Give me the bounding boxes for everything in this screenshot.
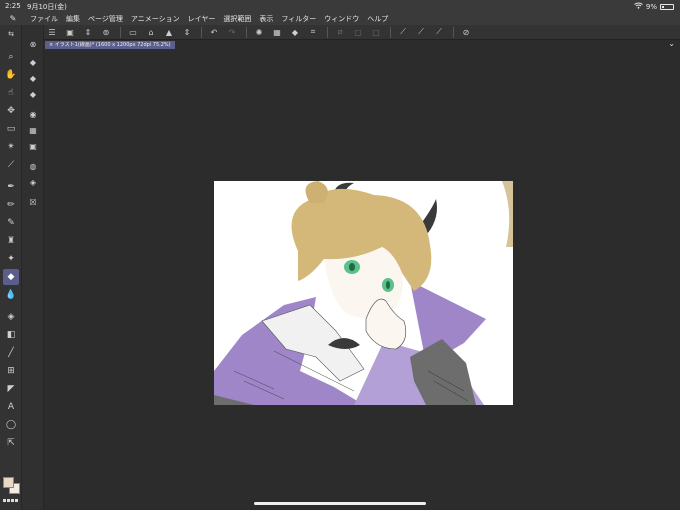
brush-tool-icon[interactable]: ✎: [3, 215, 19, 231]
magic-wand-icon[interactable]: ✴: [3, 139, 19, 155]
pen-tool-icon[interactable]: ✒: [3, 179, 19, 195]
airbrush-icon[interactable]: ♜: [3, 233, 19, 249]
move-layer-icon[interactable]: ✥: [3, 103, 19, 119]
status-date: 9月10日(金): [27, 3, 67, 11]
soft-eraser-icon[interactable]: ◆: [26, 71, 40, 85]
canvas-area[interactable]: × イラスト1(線画)* (1600 x 1200px 72dpi 75.2%)…: [44, 39, 680, 510]
status-bar: 2:25 9月10日(金) 9%: [0, 0, 680, 12]
sub-tool-menu-icon[interactable]: ⊗: [26, 37, 40, 51]
menu-filter[interactable]: フィルター: [277, 14, 320, 24]
pencil-tool-icon[interactable]: ✏: [3, 197, 19, 213]
menu-edit[interactable]: 編集: [62, 14, 84, 24]
stepper-icon-2[interactable]: ⇕: [179, 26, 195, 39]
main-color-swatch[interactable]: [3, 477, 14, 488]
brush-icon[interactable]: ⟋: [413, 26, 429, 39]
menu-bar: ✎ ファイル 編集 ページ管理 アニメーション レイヤー 選択範囲 表示 フィル…: [0, 12, 680, 25]
save-icon[interactable]: ▲: [161, 26, 177, 39]
selection-icon[interactable]: ▭: [3, 121, 19, 137]
undo-icon[interactable]: ↶: [206, 26, 222, 39]
anime-illustration: [214, 181, 513, 405]
fill-icon[interactable]: ▦: [269, 26, 285, 39]
snap-eraser-icon[interactable]: ◈: [26, 175, 40, 189]
menu-icon[interactable]: ☰: [44, 26, 60, 39]
decoration-icon[interactable]: ✦: [3, 251, 19, 267]
menu-window[interactable]: ウィンドウ: [320, 14, 363, 24]
folder-icon[interactable]: ⌂: [143, 26, 159, 39]
redo-icon[interactable]: ↷: [224, 26, 240, 39]
hard-eraser-icon[interactable]: ◆: [26, 55, 40, 69]
erase-overlapping-icon[interactable]: ◍: [26, 159, 40, 173]
transparent-color-bar[interactable]: [3, 499, 19, 502]
pen-icon[interactable]: ⟋: [395, 26, 411, 39]
eyedropper-icon[interactable]: ⟋: [3, 157, 19, 173]
menu-selection[interactable]: 選択範囲: [219, 14, 255, 24]
command-bar: ☰ ▣ ⇕ ⊚ ▭ ⌂ ▲ ⇕ ↶ ↷ ✺ ▦ ◆ ⌗ ⧄ ▢ □ ⟋ ⟋ ⟋ …: [44, 25, 680, 40]
menu-animation[interactable]: アニメーション: [127, 14, 184, 24]
new-file-icon[interactable]: ▣: [62, 26, 78, 39]
toolbar-divider: [327, 26, 328, 38]
clear-icon[interactable]: ✺: [251, 26, 267, 39]
rough-eraser-icon[interactable]: ◆: [26, 87, 40, 101]
deselect-icon[interactable]: ⧄: [332, 26, 348, 39]
ruler-icon[interactable]: ⊘: [458, 26, 474, 39]
eraser-tool-icon[interactable]: ◆: [3, 269, 19, 285]
transform-icon[interactable]: ◆: [287, 26, 303, 39]
status-time: 2:25: [5, 2, 21, 10]
invert-selection-icon[interactable]: ▢: [350, 26, 366, 39]
fill-tool-icon[interactable]: ◈: [3, 309, 19, 325]
artwork-canvas[interactable]: [214, 181, 513, 405]
chevron-down-icon[interactable]: ⌄: [668, 39, 675, 48]
erase-layers-icon[interactable]: ▦: [26, 123, 40, 137]
zoom-icon[interactable]: ⌕: [3, 49, 19, 65]
balloon-icon[interactable]: ◯: [3, 417, 19, 433]
ruler-tool-icon[interactable]: ◤: [3, 381, 19, 397]
toolbar-divider: [120, 26, 121, 38]
gradient-icon[interactable]: ◧: [3, 327, 19, 343]
open-file-icon[interactable]: ▭: [125, 26, 141, 39]
figure-icon[interactable]: ╱: [3, 345, 19, 361]
toolbar-divider: [390, 26, 391, 38]
sub-tool-close-icon[interactable]: ☒: [26, 195, 40, 209]
frame-icon[interactable]: ⊞: [3, 363, 19, 379]
menu-view[interactable]: 表示: [255, 14, 277, 24]
menu-file[interactable]: ファイル: [26, 14, 62, 24]
toolbar-divider: [246, 26, 247, 38]
document-tab[interactable]: × イラスト1(線画)* (1600 x 1200px 72dpi 75.2%): [45, 41, 175, 49]
wifi-icon: [634, 2, 643, 11]
tool-palette: ⇆ ⌕ ✋ ☝ ✥ ▭ ✴ ⟋ ✒ ✏ ✎ ♜ ✦ ◆ 💧 ◈ ◧ ╱ ⊞ ◤ …: [0, 25, 22, 510]
palette-arrows-icon[interactable]: ⇆: [3, 26, 19, 42]
sub-tool-palette: ⊗ ◆ ◆ ◆ ◉ ▦ ▣ ◍ ◈ ☒: [22, 25, 44, 510]
selection-border-icon[interactable]: □: [368, 26, 384, 39]
stepper-icon[interactable]: ⇕: [80, 26, 96, 39]
hand-icon[interactable]: ✋: [3, 67, 19, 83]
vector-eraser-icon[interactable]: ◉: [26, 107, 40, 121]
app-logo-icon[interactable]: ✎: [0, 14, 26, 23]
menu-page[interactable]: ページ管理: [84, 14, 127, 24]
record-icon[interactable]: ⊚: [98, 26, 114, 39]
home-indicator[interactable]: [254, 502, 426, 505]
menu-help[interactable]: ヘルプ: [363, 14, 392, 24]
crop-icon[interactable]: ⌗: [305, 26, 321, 39]
status-right: 9%: [634, 2, 674, 11]
toolbar-divider: [453, 26, 454, 38]
correct-line-icon[interactable]: ⇱: [3, 435, 19, 451]
toolbar-divider: [201, 26, 202, 38]
blend-icon[interactable]: 💧: [3, 287, 19, 303]
battery-percent: 9%: [645, 2, 657, 11]
erase-inside-icon[interactable]: ▣: [26, 139, 40, 153]
battery-icon: [660, 3, 674, 10]
eraser-icon[interactable]: ⟋: [431, 26, 447, 39]
operation-icon[interactable]: ☝: [3, 85, 19, 101]
menu-layer[interactable]: レイヤー: [184, 14, 220, 24]
text-icon[interactable]: A: [3, 399, 19, 415]
